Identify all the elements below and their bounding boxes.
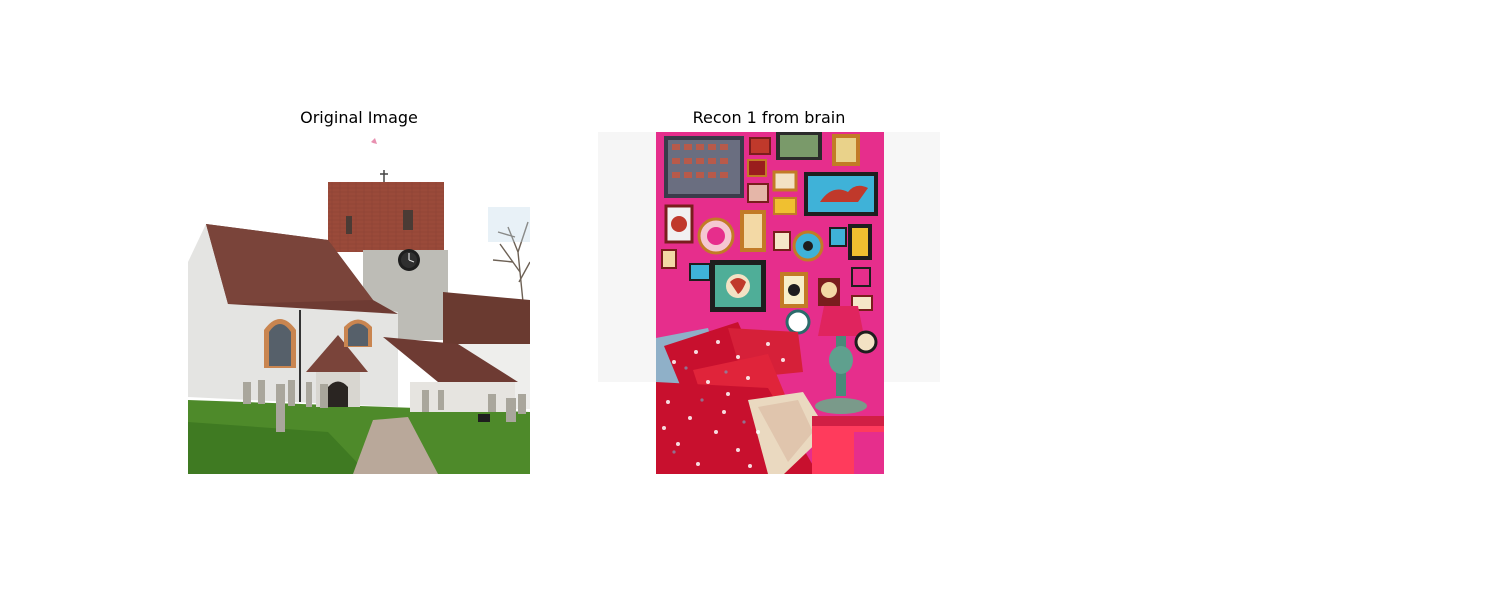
pink-bedroom-recon [598, 132, 940, 474]
original-image-title: Original Image [300, 108, 418, 127]
recon-image [598, 132, 940, 474]
original-image [188, 132, 530, 474]
recon-image-title: Recon 1 from brain [692, 108, 846, 127]
church-photo [188, 132, 530, 474]
